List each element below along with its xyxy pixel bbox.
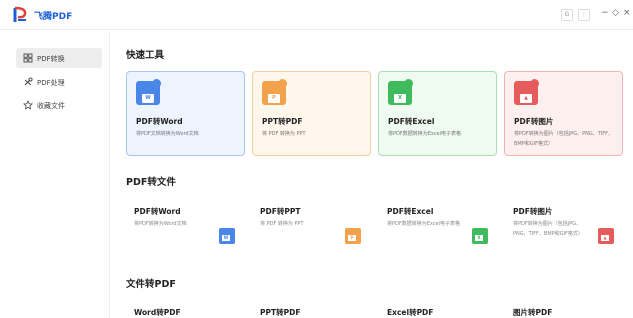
sidebar-item-label: PDF处理 xyxy=(37,79,65,87)
card-description: 将PDF转换为Word文档 xyxy=(134,221,187,227)
card-title: PDF转Word xyxy=(134,207,181,216)
card-description: 将PDF转换为图片（包括JPG、PNG、TIFF、BMP和GIF格式） xyxy=(513,221,583,237)
convert-arrow-icon xyxy=(152,79,161,88)
app-name: 飞腾PDF xyxy=(34,12,73,22)
card-title: PDF转PPT xyxy=(260,207,301,216)
quick-card-pdf-to-excel[interactable]: X PDF转Excel 将PDF数据转换为Excel电子表格 xyxy=(378,71,497,156)
account-button[interactable]: G xyxy=(561,9,573,21)
close-button[interactable]: × xyxy=(623,8,631,18)
more-button[interactable]: ⋮ xyxy=(578,9,590,21)
card-description: 将 PDF 转换为 PPT xyxy=(260,221,304,227)
sidebar-item-label: PDF转换 xyxy=(37,55,65,63)
tool-card-pdf-to-excel[interactable]: PDF转Excel 将PDF数据转换为Excel电子表格 X xyxy=(387,206,497,256)
excel-icon: X xyxy=(472,228,488,244)
convert-arrow-icon xyxy=(404,79,413,88)
main-content: 快速工具 W PDF转Word 将PDF文档转换为Word文档 P PPT转PD… xyxy=(111,31,633,318)
card-title: PPT转PDF xyxy=(262,117,303,126)
app-logo-icon xyxy=(13,6,27,22)
card-title: PDF转Excel xyxy=(387,207,434,216)
tool-card-pdf-to-image[interactable]: PDF转图片 将PDF转换为图片（包括JPG、PNG、TIFF、BMP和GIF格… xyxy=(513,206,623,256)
sidebar-item-label: 收藏文件 xyxy=(37,102,65,110)
card-description: 将PDF数据转换为Excel电子表格 xyxy=(387,221,460,227)
card-title: PDF转图片 xyxy=(514,117,554,126)
convert-arrow-icon xyxy=(278,79,287,88)
card-description: 将PDF转换为图片（包括JPG、PNG、TIFF、BMP和GIF格式） xyxy=(514,131,614,147)
tool-card-pdf-to-word[interactable]: PDF转Word 将PDF转换为Word文档 W xyxy=(134,206,244,256)
image-icon: ▲ xyxy=(598,228,614,244)
tool-card-word-to-pdf[interactable]: Word转PDF xyxy=(134,307,181,318)
word-icon: W xyxy=(219,228,235,244)
tools-icon xyxy=(24,77,33,86)
convert-arrow-icon xyxy=(530,79,539,88)
section-title-quick-tools: 快速工具 xyxy=(126,50,165,61)
minimize-button[interactable]: − xyxy=(601,8,609,18)
sidebar-item-pdf-process[interactable]: PDF处理 xyxy=(16,72,102,92)
tool-card-excel-to-pdf[interactable]: Excel转PDF xyxy=(387,307,433,318)
card-description: 将 PDF 转换为 PPT xyxy=(262,131,306,137)
card-description: 将PDF数据转换为Excel电子表格 xyxy=(388,131,461,137)
sidebar-item-favorites[interactable]: 收藏文件 xyxy=(16,95,102,115)
card-title: PDF转图片 xyxy=(513,207,553,216)
card-title: PDF转Word xyxy=(136,117,183,126)
maximize-button[interactable]: ◇ xyxy=(612,8,619,18)
tool-card-ppt-to-pdf[interactable]: PPT转PDF xyxy=(260,307,300,318)
section-title-pdf-to-file: PDF转文件 xyxy=(126,177,176,188)
section-title-file-to-pdf: 文件转PDF xyxy=(126,279,176,290)
quick-card-pdf-to-word[interactable]: W PDF转Word 将PDF文档转换为Word文档 xyxy=(126,71,245,156)
quick-card-ppt-to-pdf[interactable]: P PPT转PDF 将 PDF 转换为 PPT xyxy=(252,71,371,156)
tool-card-pdf-to-ppt[interactable]: PDF转PPT 将 PDF 转换为 PPT P xyxy=(260,206,370,256)
ppt-icon: P xyxy=(345,228,361,244)
card-description: 将PDF文档转换为Word文档 xyxy=(136,131,199,137)
sidebar: PDF转换 PDF处理 收藏文件 xyxy=(0,31,110,318)
quick-card-pdf-to-image[interactable]: ▲ PDF转图片 将PDF转换为图片（包括JPG、PNG、TIFF、BMP和GI… xyxy=(504,71,623,156)
title-bar: 飞腾PDF G ⋮ − ◇ × xyxy=(0,0,633,30)
grid-icon xyxy=(23,53,33,63)
tool-card-image-to-pdf[interactable]: 图片转PDF xyxy=(513,307,552,318)
star-icon xyxy=(23,100,33,110)
card-title: PDF转Excel xyxy=(388,117,435,126)
sidebar-item-pdf-convert[interactable]: PDF转换 xyxy=(16,48,102,68)
